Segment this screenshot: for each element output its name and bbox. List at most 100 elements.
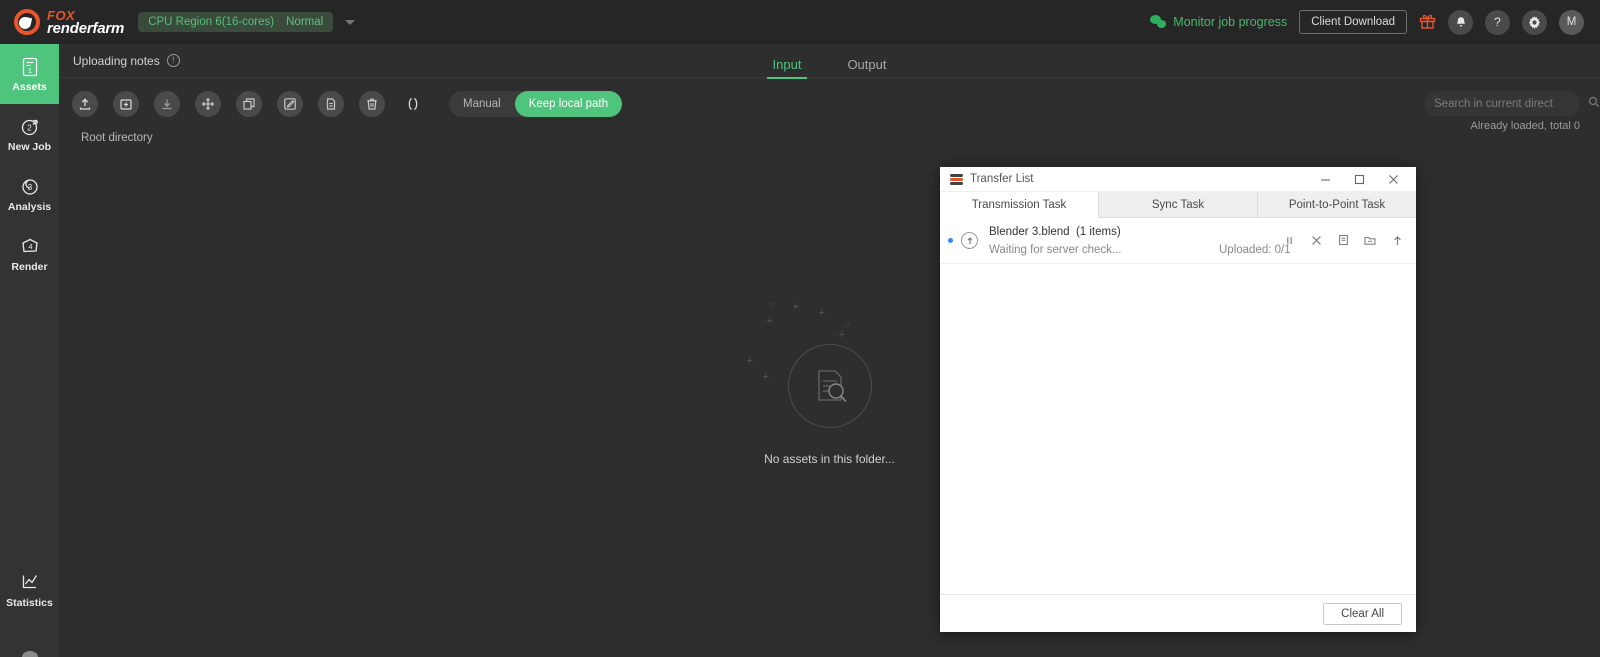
sidebar-item-assets[interactable]: 1 Assets [0, 44, 59, 104]
minimize-icon[interactable] [1308, 167, 1342, 191]
left-rail: 1 Assets 2 New Job 3 Analysis 4 Render [0, 44, 59, 657]
svg-text:2: 2 [27, 123, 32, 132]
file-info-icon[interactable] [318, 91, 344, 117]
delete-icon[interactable] [359, 91, 385, 117]
svg-text:4: 4 [28, 242, 32, 251]
task-actions [1282, 233, 1404, 247]
svg-text:1: 1 [28, 68, 32, 75]
render-icon: 4 [19, 236, 41, 258]
dialog-footer: Clear All [940, 594, 1416, 632]
tab-point-to-point-task[interactable]: Point-to-Point Task [1258, 192, 1416, 217]
path-mode-keep-local[interactable]: Keep local path [515, 91, 622, 117]
copy-icon[interactable] [236, 91, 262, 117]
task-uploaded-count: Uploaded: 0/1 [1219, 244, 1291, 256]
brand-line-2: renderfarm [47, 21, 124, 36]
sidebar-item-label: Render [11, 261, 47, 273]
empty-state-label: No assets in this folder... [764, 452, 895, 466]
circle-dot-icon: ○ [845, 319, 850, 329]
fox-logo-icon [14, 9, 40, 35]
analysis-icon: 3 [19, 176, 41, 198]
tab-transmission-task[interactable]: Transmission Task [940, 192, 1099, 218]
help-icon[interactable]: ? [1485, 10, 1510, 35]
new-job-icon: 2 [19, 116, 41, 138]
open-folder-icon[interactable] [1363, 233, 1377, 247]
path-mode-toggle: Manual Keep local path [449, 91, 622, 117]
brand-wordmark: FOX renderfarm [47, 9, 124, 36]
io-tabs: Input Output [59, 44, 1600, 78]
settings-gear-icon[interactable] [1522, 10, 1547, 35]
sidebar-item-statistics[interactable]: Statistics [0, 560, 59, 620]
gift-icon[interactable] [1419, 13, 1436, 32]
search-input[interactable] [1434, 98, 1588, 110]
chevron-down-icon[interactable] [345, 20, 355, 25]
sparkle-icon: + [763, 371, 769, 383]
top-header: FOX renderfarm CPU Region 6(16-cores) No… [0, 0, 1600, 44]
new-folder-icon[interactable] [113, 91, 139, 117]
transfer-list-dialog: Transfer List Transmission Task Sync Tas… [940, 167, 1416, 632]
download-icon[interactable] [154, 91, 180, 117]
circle-dot-icon: ○ [769, 299, 774, 309]
notes-bar: Uploading notes ! Input Output [59, 44, 1600, 78]
collapsed-widget-icon[interactable] [22, 651, 38, 657]
transfer-app-icon [950, 173, 963, 186]
assets-icon: 1 [19, 56, 41, 78]
task-status-text: Waiting for server check... [989, 244, 1219, 256]
tab-input[interactable]: Input [773, 57, 802, 78]
edit-icon[interactable] [277, 91, 303, 117]
window-controls [1308, 167, 1410, 191]
svg-text:3: 3 [27, 183, 32, 192]
code-icon[interactable] [400, 91, 426, 117]
header-actions: Monitor job progress Client Download ? M [1150, 10, 1584, 35]
task-item-count: (1 items) [1076, 226, 1121, 238]
pause-icon[interactable] [1282, 233, 1296, 247]
tab-sync-task[interactable]: Sync Task [1099, 192, 1258, 217]
sparkle-icon: + [747, 355, 753, 367]
statistics-icon [19, 572, 41, 594]
maximize-icon[interactable] [1342, 167, 1376, 191]
monitor-label: Monitor job progress [1173, 15, 1287, 29]
sidebar-item-label: Analysis [8, 201, 51, 213]
upload-icon[interactable] [72, 91, 98, 117]
task-list: Blender 3.blend (1 items) Waiting for se… [940, 218, 1416, 594]
search-icon[interactable] [1588, 95, 1600, 113]
detail-icon[interactable] [1336, 233, 1350, 247]
path-mode-manual[interactable]: Manual [449, 91, 515, 117]
region-badge[interactable]: CPU Region 6(16-cores) Normal [138, 12, 333, 32]
dialog-title: Transfer List [970, 173, 1033, 185]
sidebar-item-label: Assets [12, 81, 46, 93]
task-row[interactable]: Blender 3.blend (1 items) Waiting for se… [940, 218, 1416, 264]
assets-toolbar: Manual Keep local path Already loaded, t… [59, 78, 1600, 130]
close-icon[interactable] [1376, 167, 1410, 191]
sidebar-item-render[interactable]: 4 Render [0, 224, 59, 284]
brand-logo[interactable]: FOX renderfarm [14, 9, 124, 36]
wechat-icon [1150, 15, 1167, 29]
region-status: Normal [286, 16, 323, 28]
task-filename: Blender 3.blend [989, 226, 1070, 238]
sparkle-icon: + [793, 301, 799, 313]
sparkle-icon: + [767, 315, 773, 327]
app-root: FOX renderfarm CPU Region 6(16-cores) No… [0, 0, 1600, 657]
loaded-count-label: Already loaded, total 0 [1471, 120, 1580, 132]
client-download-button[interactable]: Client Download [1299, 10, 1407, 34]
sidebar-item-analysis[interactable]: 3 Analysis [0, 164, 59, 224]
cancel-icon[interactable] [1309, 233, 1323, 247]
priority-top-icon[interactable] [1390, 233, 1404, 247]
move-icon[interactable] [195, 91, 221, 117]
dialog-titlebar[interactable]: Transfer List [940, 167, 1416, 192]
sidebar-item-label: Statistics [6, 597, 53, 609]
tab-output[interactable]: Output [847, 57, 886, 78]
dialog-tabs: Transmission Task Sync Task Point-to-Poi… [940, 192, 1416, 218]
user-avatar[interactable]: M [1559, 10, 1584, 35]
sidebar-item-new-job[interactable]: 2 New Job [0, 104, 59, 164]
sidebar-item-label: New Job [8, 141, 51, 153]
region-label: CPU Region 6(16-cores) [148, 16, 274, 28]
upload-direction-icon [961, 232, 978, 249]
task-status-dot [948, 238, 953, 243]
monitor-job-progress-link[interactable]: Monitor job progress [1150, 15, 1287, 29]
breadcrumb[interactable]: Root directory [81, 132, 1600, 144]
empty-state-illustration: + + + + + + ○ ○ [788, 344, 872, 428]
sparkle-icon: + [839, 329, 845, 341]
notifications-bell-icon[interactable] [1448, 10, 1473, 35]
search-box[interactable] [1424, 91, 1580, 116]
clear-all-button[interactable]: Clear All [1323, 603, 1402, 625]
